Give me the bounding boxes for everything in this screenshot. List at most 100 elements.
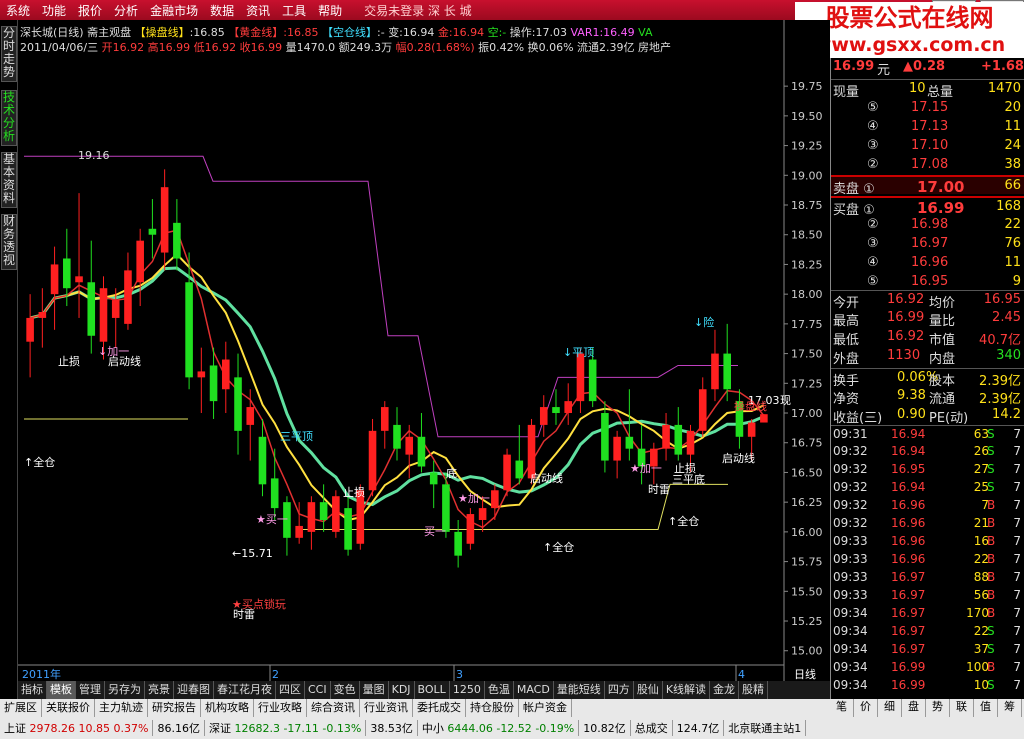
indicator-tab[interactable]: 另存为 — [105, 681, 145, 699]
panel-tab[interactable]: 笔 — [830, 699, 854, 717]
tick-side: S — [987, 427, 995, 441]
y-tick-label: 15.75 — [791, 556, 823, 569]
panel-tab[interactable]: 势 — [926, 699, 950, 717]
indicator-tab[interactable]: 模板 — [47, 681, 76, 699]
cp-label: 【操盘线】 — [134, 26, 190, 39]
menu-analysis[interactable]: 分析 — [108, 2, 144, 19]
indicator-tab[interactable]: 色温 — [485, 681, 514, 699]
panel-tab[interactable]: 细 — [878, 699, 902, 717]
extension-tab[interactable]: 持仓股份 — [466, 699, 519, 717]
indicator-tab[interactable]: 量图 — [360, 681, 389, 699]
extension-tab[interactable]: 主力轨迹 — [95, 699, 148, 717]
menu-system[interactable]: 系统 — [0, 2, 36, 19]
menu-finance[interactable]: 金融市场 — [144, 2, 204, 19]
extension-tab[interactable]: 研究报告 — [148, 699, 201, 717]
extension-tab[interactable]: 关联报价 — [42, 699, 95, 717]
tab-financial[interactable]: 财务透视 — [1, 214, 17, 270]
indicator-tab[interactable]: 管理 — [76, 681, 105, 699]
sell-volume: 11 — [1004, 119, 1021, 134]
indicator-tab[interactable]: 春江花月夜 — [214, 681, 276, 699]
panel-tab[interactable]: 联 — [950, 699, 974, 717]
tick-price: 16.94 — [891, 427, 926, 441]
tick-row: 09:34 16.97 170 B 7 — [831, 605, 1024, 623]
stat-value: 1130 — [887, 348, 921, 363]
indicator-tab[interactable]: BOLL — [415, 681, 450, 699]
stat-value: 9.38 — [897, 388, 926, 403]
tick-side: B — [987, 588, 996, 602]
kc-value: :- — [377, 26, 385, 39]
indicator-tab[interactable]: 量能短线 — [554, 681, 605, 699]
chart-annotation: 操盘线 — [734, 399, 767, 413]
menu-quote[interactable]: 报价 — [72, 2, 108, 19]
indicator-tab[interactable]: 指标 — [18, 681, 47, 699]
zx-amount: 10.82亿 — [579, 720, 631, 736]
sell1-price: 17.00 — [917, 178, 965, 196]
indicator-tab[interactable]: KDJ — [389, 681, 415, 699]
sell-price: 17.08 — [911, 157, 949, 172]
candle-body — [185, 282, 193, 378]
stat-value: 2.39亿 — [979, 392, 1021, 407]
extension-tab[interactable]: 扩展区 — [0, 699, 42, 717]
candle-body — [466, 514, 475, 544]
buy1-row: 买盘 ① 16.99 168 — [831, 196, 1024, 218]
tick-count: 7 — [1013, 552, 1021, 566]
y-tick-label: 16.25 — [791, 496, 823, 509]
extension-tab[interactable]: 机构攻略 — [201, 699, 254, 717]
panel-tab[interactable]: 盘 — [902, 699, 926, 717]
candle-body — [760, 414, 768, 423]
tick-row: 09:32 16.94 25 S 7 — [831, 479, 1024, 497]
candle-body — [552, 407, 560, 414]
candle-body — [332, 496, 340, 532]
tab-fundamental[interactable]: 基本资料 — [1, 152, 17, 208]
menu-tools[interactable]: 工具 — [276, 2, 312, 19]
candle-body — [454, 531, 462, 556]
indicator-tab[interactable]: 迎春图 — [174, 681, 214, 699]
menu-help[interactable]: 帮助 — [312, 2, 348, 19]
price-change-alt: +1.68 — [981, 59, 1024, 74]
tab-technical[interactable]: 技术分析 — [1, 90, 17, 146]
extension-tab[interactable]: 行业资讯 — [360, 699, 413, 717]
kline-chart[interactable]: 19.75 19.50 19.25 19.00 18.75 18.50 18.25 18.00… — [18, 20, 830, 688]
tick-row: 09:33 16.96 22 B 7 — [831, 551, 1024, 569]
indicator-tab[interactable]: 1250 — [450, 681, 485, 699]
extension-tab[interactable]: 帐户资金 — [519, 699, 572, 717]
tab-intraday[interactable]: 分时走势 — [1, 26, 17, 82]
tick-row: 09:32 16.96 21 B 7 — [831, 515, 1024, 533]
buy-price: 16.95 — [911, 274, 949, 289]
indicator-tab[interactable]: 四方 — [605, 681, 634, 699]
indicator-tab[interactable]: 四区 — [276, 681, 305, 699]
tick-row: 09:33 16.97 88 B 7 — [831, 569, 1024, 587]
indicator-tab[interactable]: 股仙 — [634, 681, 663, 699]
total-value: 124.7亿 — [673, 720, 725, 736]
panel-tab[interactable]: 价 — [854, 699, 878, 717]
tick-price: 16.95 — [891, 462, 926, 476]
menu-data[interactable]: 数据 — [204, 2, 240, 19]
candle-body — [319, 502, 328, 520]
buy-volume: 22 — [1004, 217, 1021, 232]
candle-body — [258, 436, 267, 485]
candle-body — [99, 288, 108, 342]
sell-price: 17.15 — [911, 100, 949, 115]
candle-body — [221, 359, 230, 390]
panel-tab[interactable]: 值 — [974, 699, 998, 717]
indicator-tab[interactable]: 股精 — [739, 681, 769, 699]
indicator-tab[interactable]: K线解读 — [663, 681, 711, 699]
indicator-tab[interactable]: 亮景 — [145, 681, 174, 699]
indicator-tab[interactable]: CCI — [305, 681, 331, 699]
buy-row: ② 16.98 22 — [831, 216, 1024, 235]
candle-body — [270, 478, 279, 509]
sell-volume: 20 — [1004, 100, 1021, 115]
extension-tab[interactable]: 委托成交 — [413, 699, 466, 717]
indicator-tab[interactable]: 变色 — [331, 681, 360, 699]
menu-news[interactable]: 资讯 — [240, 2, 276, 19]
indicator-tab[interactable]: MACD — [514, 681, 554, 699]
extension-tab[interactable]: 综合资讯 — [307, 699, 360, 717]
extension-tab[interactable]: 行业攻略 — [254, 699, 307, 717]
menu-function[interactable]: 功能 — [36, 2, 72, 19]
tick-side: B — [987, 606, 996, 620]
tick-count: 7 — [1013, 534, 1021, 548]
panel-tab[interactable]: 筹 — [998, 699, 1022, 717]
sell-row: ⑤ 17.15 20 — [831, 99, 1024, 118]
y-tick-label: 19.25 — [791, 140, 823, 153]
indicator-tab[interactable]: 金龙 — [710, 681, 740, 699]
